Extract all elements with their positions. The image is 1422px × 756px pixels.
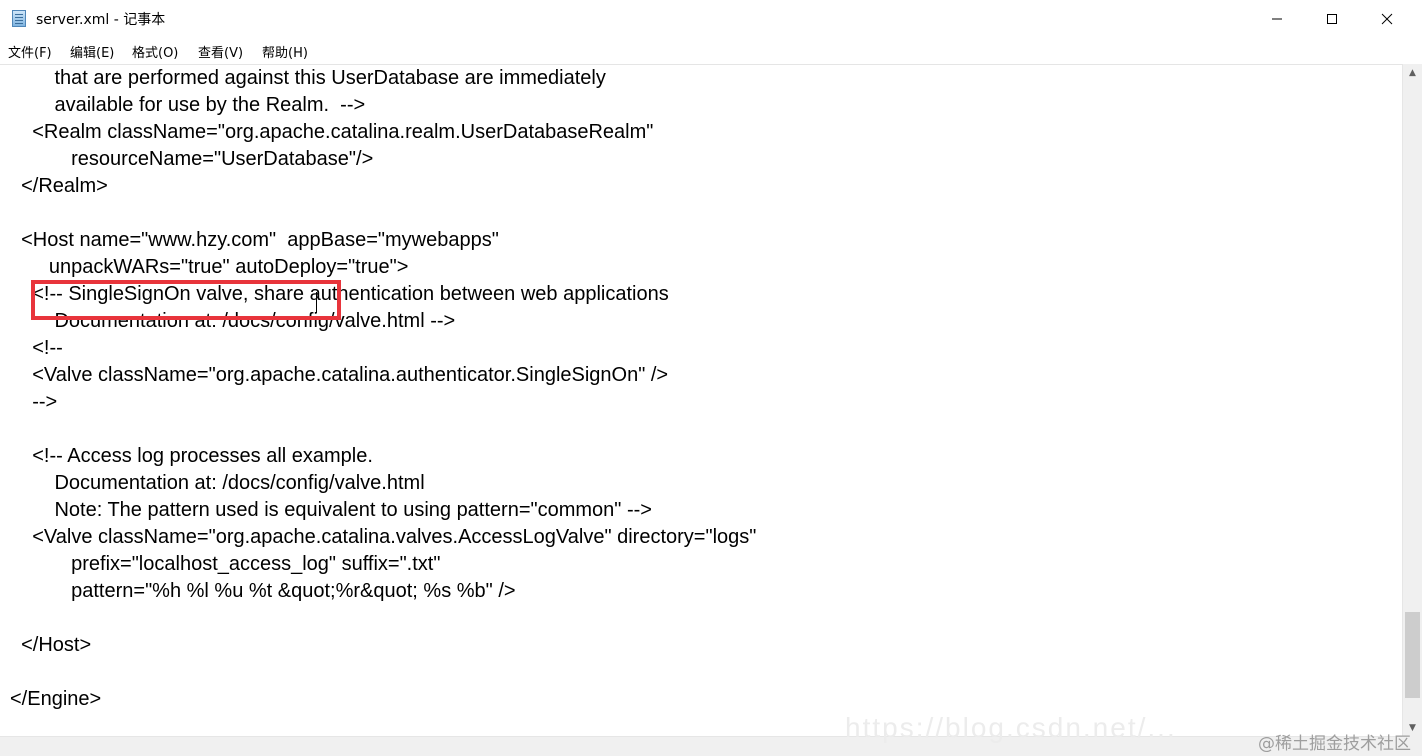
text-line: </Realm> [10,175,108,197]
text-line: </Host> [10,634,92,656]
text-editor[interactable]: that are performed against this UserData… [0,64,1402,737]
minimize-icon [1271,10,1283,29]
watermark-url: https://blog.csdn.net/... [845,712,1177,743]
menu-bar: 文件(F) 编辑(E) 格式(O) 查看(V) 帮助(H) [0,38,1422,65]
text-line: <Host name="www.hzy.com" appBase="myweba… [10,229,499,251]
menu-file[interactable]: 文件(F) [8,42,52,61]
text-line: Note: The pattern used is equivalent to … [10,499,652,521]
menu-edit[interactable]: 编辑(E) [70,42,114,61]
menu-format[interactable]: 格式(O) [132,42,178,61]
text-line: <!-- Access log processes all example. [10,445,373,467]
text-line: <!-- [10,337,63,359]
close-button[interactable] [1360,0,1414,38]
close-icon [1381,10,1393,29]
text-line: --> [10,391,58,413]
maximize-button[interactable] [1305,0,1359,38]
menu-view[interactable]: 查看(V) [198,42,243,61]
window-title: server.xml - 记事本 [36,12,166,28]
text-line: <Valve className="org.apache.catalina.au… [10,364,669,386]
notepad-window: server.xml - 记事本 文件(F) 编辑(E) 格式(O) 查看(V)… [0,0,1422,756]
annotation-highlight-box [31,280,341,320]
minimize-button[interactable] [1250,0,1304,38]
title-bar[interactable]: server.xml - 记事本 [0,0,1422,38]
notepad-icon [12,10,26,27]
text-line: <Realm className="org.apache.catalina.re… [10,121,654,143]
vertical-scroll-thumb[interactable] [1405,612,1420,698]
text-line: unpackWARs="true" autoDeploy="true"> [10,256,409,278]
text-line: available for use by the Realm. --> [10,94,366,116]
maximize-icon [1326,10,1338,29]
text-line: <Valve className="org.apache.catalina.va… [10,526,757,548]
text-line: resourceName="UserDatabase"/> [10,148,374,170]
text-line: prefix="localhost_access_log" suffix=".t… [10,553,441,575]
text-line: that are performed against this UserData… [10,67,606,89]
scroll-up-arrow-icon[interactable]: ▲ [1403,64,1422,81]
vertical-scrollbar[interactable]: ▲ ▼ [1402,64,1422,736]
menu-help[interactable]: 帮助(H) [262,42,308,61]
text-line: Documentation at: /docs/config/valve.htm… [10,472,425,494]
watermark-brand: @稀土掘金技术社区 [1258,734,1411,754]
text-line: </Engine> [10,688,102,710]
horizontal-scrollbar[interactable] [0,736,1402,756]
text-line: pattern="%h %l %u %t &quot;%r&quot; %s %… [10,580,516,602]
